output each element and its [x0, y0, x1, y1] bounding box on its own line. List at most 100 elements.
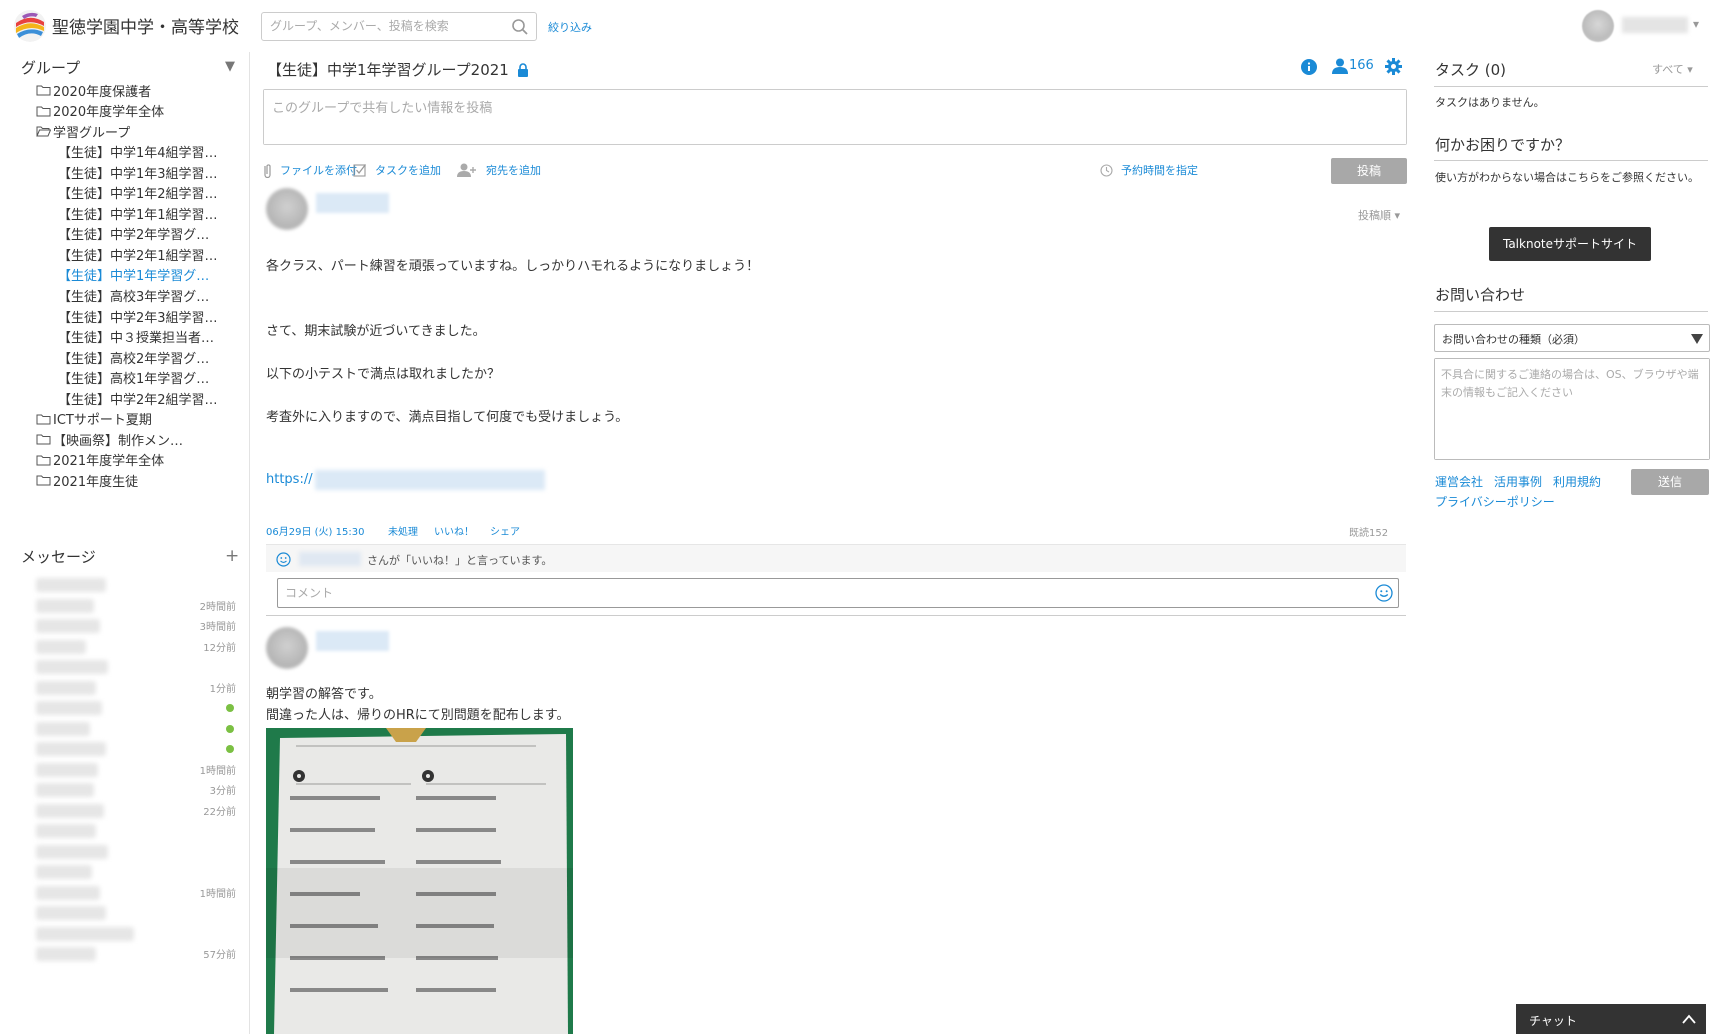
group-item[interactable]: 【生徒】中学2年学習グ…: [58, 224, 209, 244]
liker-name[interactable]: [299, 552, 361, 566]
group-folder[interactable]: 2021年度生徒: [36, 470, 138, 490]
message-thread[interactable]: 1分前: [36, 679, 236, 697]
message-thread[interactable]: [36, 822, 236, 840]
like-link[interactable]: いいね！: [434, 523, 474, 538]
group-item[interactable]: 【生徒】中学2年2組学習…: [58, 388, 218, 408]
post-author-avatar[interactable]: [266, 627, 308, 669]
message-contact-name: [36, 598, 94, 613]
message-thread[interactable]: [36, 925, 236, 943]
chevron-up-icon[interactable]: [1682, 1014, 1696, 1024]
terms-link[interactable]: 利用規約: [1553, 473, 1601, 490]
add-message-icon[interactable]: +: [225, 546, 239, 566]
gear-icon[interactable]: [1385, 58, 1402, 75]
inquiry-type-select[interactable]: お問い合わせの種類（必須）: [1434, 324, 1710, 352]
message-thread[interactable]: [36, 904, 236, 922]
post-link-blurred-url[interactable]: [315, 470, 545, 490]
share-link[interactable]: シェア: [490, 523, 520, 538]
read-count[interactable]: 既読152: [1349, 524, 1388, 539]
group-folder[interactable]: 2020年度保護者: [36, 80, 151, 100]
sort-order-dropdown[interactable]: 投稿順 ▾: [1358, 207, 1400, 223]
search-icon[interactable]: [511, 18, 529, 36]
add-recipient-button[interactable]: 宛先を追加: [457, 162, 541, 178]
clock-icon: [1100, 163, 1113, 177]
send-button[interactable]: 送信: [1631, 469, 1709, 495]
message-thread[interactable]: 1時間前: [36, 761, 236, 779]
filter-link[interactable]: 絞り込み: [548, 19, 592, 35]
chat-bar[interactable]: チャット: [1516, 1004, 1706, 1034]
help-text: 使い方がわからない場合はこちらをご参照ください。: [1435, 171, 1699, 184]
post-author-avatar[interactable]: [266, 188, 308, 230]
message-time: 3時間前: [199, 622, 236, 633]
company-link[interactable]: 運営会社: [1435, 473, 1483, 490]
message-thread[interactable]: [36, 863, 236, 881]
group-item[interactable]: 【生徒】中学1年学習グ…: [58, 265, 209, 285]
info-icon[interactable]: [1301, 59, 1317, 75]
group-item[interactable]: 【生徒】中３授業担当者…: [58, 327, 214, 347]
group-folder[interactable]: 【映画祭】制作メン…: [36, 429, 183, 449]
school-logo[interactable]: [14, 10, 46, 42]
message-contact-name: [36, 844, 108, 859]
message-thread[interactable]: [36, 740, 236, 758]
attach-file-button[interactable]: ファイルを添付: [263, 162, 357, 178]
add-task-button[interactable]: タスクを追加: [353, 162, 441, 178]
group-item[interactable]: 【生徒】中学1年2組学習…: [58, 183, 218, 203]
group-item[interactable]: 【生徒】中学1年3組学習…: [58, 162, 218, 182]
message-thread[interactable]: 57分前: [36, 945, 236, 963]
user-menu-caret-icon[interactable]: ▾: [1693, 17, 1699, 31]
message-thread[interactable]: 2時間前: [36, 597, 236, 615]
group-item[interactable]: 【生徒】中学2年3組学習…: [58, 306, 218, 326]
case-studies-link[interactable]: 活用事例: [1494, 473, 1542, 490]
group-folder[interactable]: 2021年度学年全体: [36, 450, 164, 470]
member-count[interactable]: 166: [1349, 58, 1374, 73]
status-unprocessed-link[interactable]: 未処理: [388, 523, 418, 538]
message-thread[interactable]: [36, 720, 236, 738]
message-thread[interactable]: [36, 843, 236, 861]
left-sidebar: グループ ▼ 2020年度保護者 2020年度学年全体 学習グループ 【生徒】中学1年…: [0, 52, 250, 1034]
emoji-icon[interactable]: [1375, 584, 1393, 602]
group-item[interactable]: 【生徒】高校2年学習グ…: [58, 347, 209, 367]
members-icon[interactable]: [1331, 58, 1349, 74]
post-author-name[interactable]: [316, 631, 389, 651]
message-thread[interactable]: 22分前: [36, 802, 236, 820]
user-name[interactable]: [1622, 17, 1688, 33]
post-attached-photo[interactable]: [266, 728, 573, 1034]
group-folder[interactable]: 学習グループ: [36, 121, 130, 141]
post-compose-input[interactable]: [264, 90, 1406, 144]
group-item[interactable]: 【生徒】中学2年1組学習…: [58, 244, 218, 264]
group-item-label: 【生徒】中学2年学習グ…: [58, 228, 210, 244]
message-thread[interactable]: [36, 699, 236, 717]
message-time: 57分前: [203, 950, 236, 961]
school-name[interactable]: 聖徳学園中学・高等学校: [52, 13, 239, 38]
smile-icon: [276, 552, 291, 567]
message-thread[interactable]: 3時間前: [36, 617, 236, 635]
post-button[interactable]: 投稿: [1331, 158, 1407, 184]
message-thread[interactable]: [36, 658, 236, 676]
group-folder[interactable]: ICTサポート夏期: [36, 409, 152, 429]
groups-toggle-icon[interactable]: ▼: [225, 59, 235, 74]
group-item[interactable]: 【生徒】中学1年4組学習…: [58, 142, 218, 162]
post-date[interactable]: 06月29日 (火) 15:30: [266, 523, 364, 538]
message-thread[interactable]: [36, 576, 236, 594]
support-site-button[interactable]: Talknoteサポートサイト: [1489, 227, 1651, 261]
message-contact-name: [36, 619, 100, 633]
post-body-line: 考査外に入りますので、満点目指して何度でも受けましょう。: [266, 410, 629, 425]
message-thread[interactable]: 12分前: [36, 638, 236, 656]
group-item[interactable]: 【生徒】中学1年1組学習…: [58, 203, 218, 223]
privacy-policy-link[interactable]: プライバシーポリシー: [1435, 493, 1555, 510]
add-recipient-label: 宛先を追加: [486, 164, 541, 177]
add-task-label: タスクを追加: [375, 164, 441, 177]
group-item-label: 【生徒】中学1年1組学習…: [58, 207, 218, 223]
post-author-name[interactable]: [316, 193, 389, 213]
message-thread[interactable]: 1時間前: [36, 884, 236, 902]
tasks-filter-dropdown[interactable]: すべて ▾: [1652, 61, 1693, 77]
message-thread[interactable]: 3分前: [36, 781, 236, 799]
schedule-post-button[interactable]: 予約時間を指定: [1100, 162, 1198, 178]
search-input[interactable]: [270, 13, 500, 39]
group-item[interactable]: 【生徒】高校1年学習グ…: [58, 368, 209, 388]
comment-input[interactable]: [285, 579, 1365, 607]
user-avatar[interactable]: [1582, 10, 1614, 42]
group-item[interactable]: 【生徒】高校3年学習グ…: [58, 286, 209, 306]
group-folder[interactable]: 2020年度学年全体: [36, 101, 164, 121]
post-link[interactable]: https://: [266, 472, 313, 487]
inquiry-message-input[interactable]: [1435, 359, 1709, 459]
